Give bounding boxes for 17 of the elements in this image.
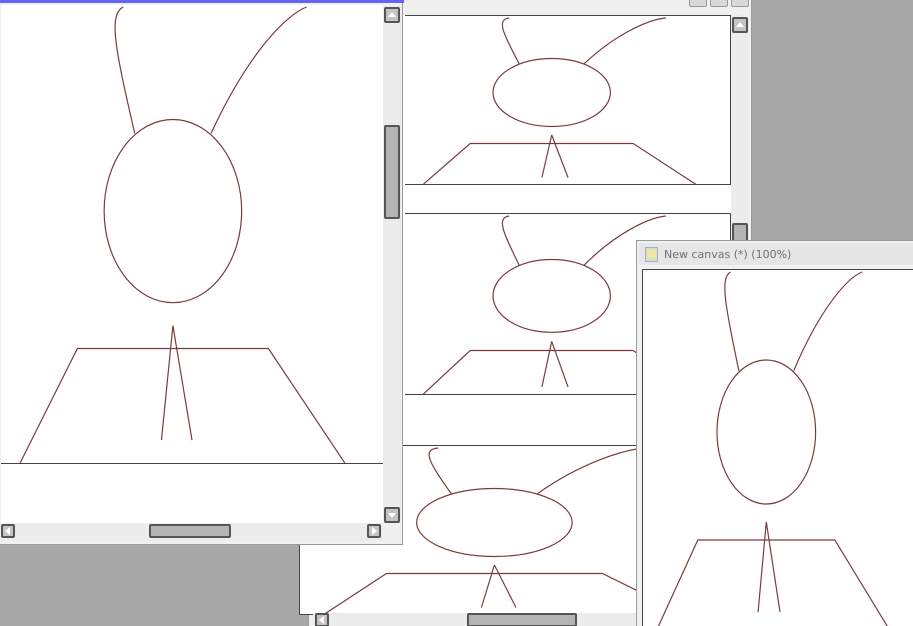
scroll-up-button[interactable] <box>732 17 748 33</box>
scrollbar-thumb[interactable] <box>467 613 577 626</box>
scroll-left-button[interactable] <box>1 524 15 538</box>
triangle-down-icon <box>387 510 397 520</box>
triangle-up-icon <box>735 20 745 30</box>
triangle-up-icon <box>387 10 397 20</box>
triangle-left-icon <box>317 615 327 625</box>
scroll-left-button[interactable] <box>315 613 329 626</box>
scroll-right-button[interactable] <box>367 524 381 538</box>
scroll-down-button[interactable] <box>384 507 400 523</box>
canvas-icon <box>645 246 658 262</box>
window-title: New canvas (*) (100%) <box>664 248 792 260</box>
triangle-right-icon <box>369 526 379 536</box>
scroll-up-button[interactable] <box>384 7 400 23</box>
scrollbar-thumb[interactable] <box>149 524 231 538</box>
triangle-left-icon <box>3 526 13 536</box>
scrollbar-thumb[interactable] <box>384 125 400 219</box>
